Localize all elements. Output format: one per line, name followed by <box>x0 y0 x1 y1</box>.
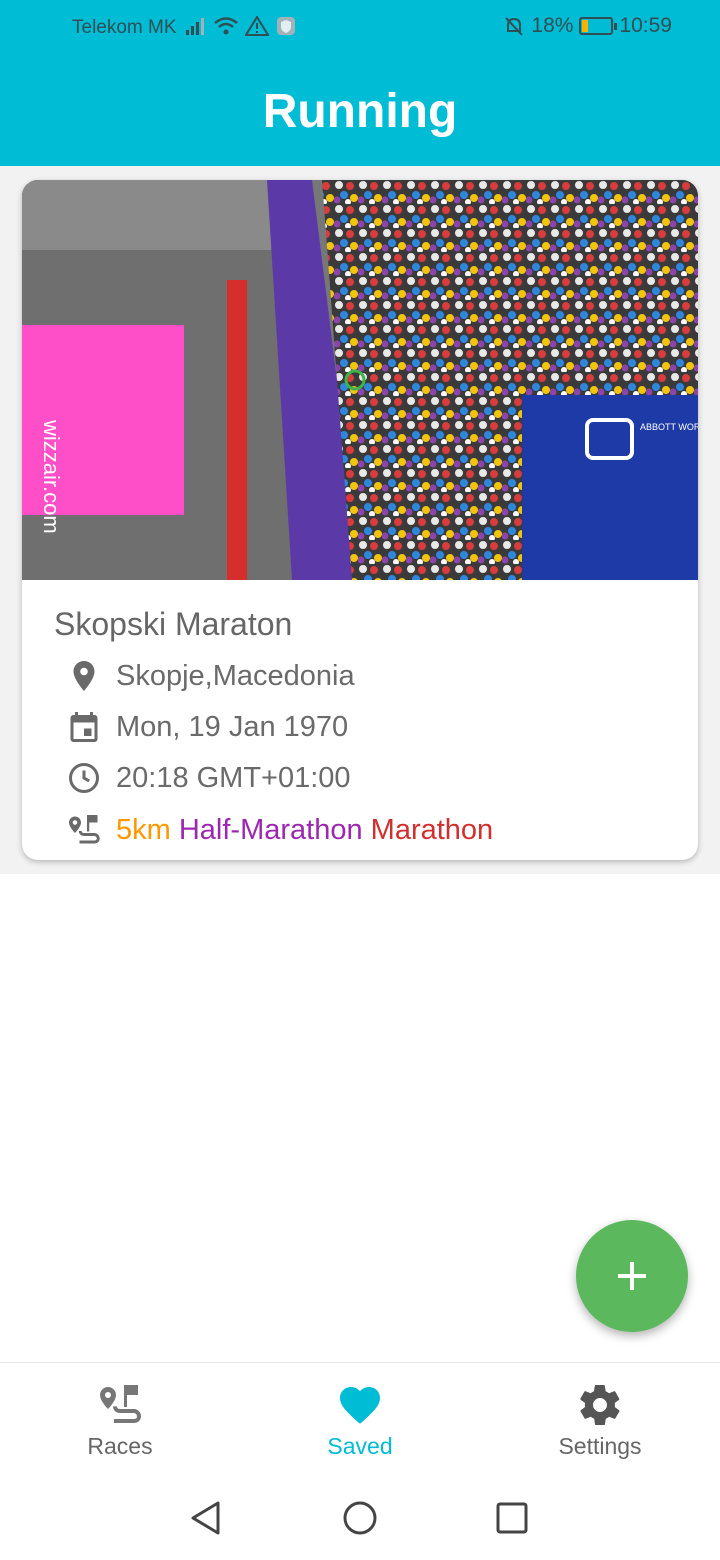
route-icon <box>69 815 100 844</box>
battery-icon <box>579 17 618 35</box>
add-race-button[interactable] <box>576 1220 688 1332</box>
nav-saved-label: Saved <box>327 1433 393 1459</box>
recents-icon[interactable] <box>494 1500 530 1536</box>
location-row: Skopje,Macedonia <box>66 658 355 694</box>
distance-marathon: Marathon <box>370 813 494 846</box>
status-bar: Telekom MK 18% 10:59 <box>0 0 720 56</box>
race-location: Skopje,Macedonia <box>116 659 355 692</box>
nav-settings[interactable]: Settings <box>520 1381 680 1460</box>
nav-settings-label: Settings <box>558 1433 642 1459</box>
distance-5km: 5km <box>116 813 171 846</box>
race-time: 20:18 GMT+01:00 <box>116 761 351 794</box>
location-pin-icon <box>73 661 95 691</box>
distance-half-marathon: Half-Marathon <box>178 813 363 846</box>
races-icon <box>100 1385 142 1423</box>
status-right: 18% 10:59 <box>503 14 672 38</box>
banner-logo-text: wizzair.com <box>39 419 64 534</box>
battery-percent: 18% <box>531 14 574 37</box>
carrier-name: Telekom MK <box>72 17 177 38</box>
nav-races-label: Races <box>87 1433 153 1459</box>
gear-icon <box>580 1385 620 1425</box>
calendar-icon <box>70 712 98 742</box>
race-date: Mon, 19 Jan 1970 <box>116 710 349 743</box>
vpn-shield-icon <box>277 17 295 35</box>
bottom-navigation: Races Saved Settings <box>0 1362 720 1474</box>
wifi-icon <box>214 17 238 35</box>
plus-icon <box>618 1262 646 1290</box>
bell-off-icon <box>505 17 524 36</box>
system-navigation-bar <box>0 1474 720 1560</box>
heart-icon <box>340 1387 380 1424</box>
distances-row: 5km Half-Marathon Marathon <box>66 812 493 848</box>
page-title: Running <box>262 85 458 138</box>
back-icon[interactable] <box>188 1500 224 1536</box>
date-row: Mon, 19 Jan 1970 <box>66 709 348 745</box>
race-card[interactable]: wizzair.com ABBOTT WORLD MARATHON MAJORS… <box>22 180 698 860</box>
race-name: Skopski Maraton <box>54 606 293 642</box>
app-bar: Telekom MK 18% 10:59 Running <box>0 0 720 166</box>
clock: 10:59 <box>619 14 672 37</box>
sign-text: ABBOTT WORLD MARATHON MAJORS <box>640 422 698 432</box>
status-left-icons <box>185 15 297 37</box>
nav-saved[interactable]: Saved <box>280 1381 440 1460</box>
home-icon[interactable] <box>342 1500 378 1536</box>
clock-icon <box>69 763 99 793</box>
time-row: 20:18 GMT+01:00 <box>66 760 351 796</box>
race-image: wizzair.com ABBOTT WORLD MARATHON MAJORS <box>22 180 698 580</box>
nav-races[interactable]: Races <box>40 1381 200 1460</box>
warning-icon <box>245 16 269 36</box>
signal-icon <box>186 18 204 35</box>
